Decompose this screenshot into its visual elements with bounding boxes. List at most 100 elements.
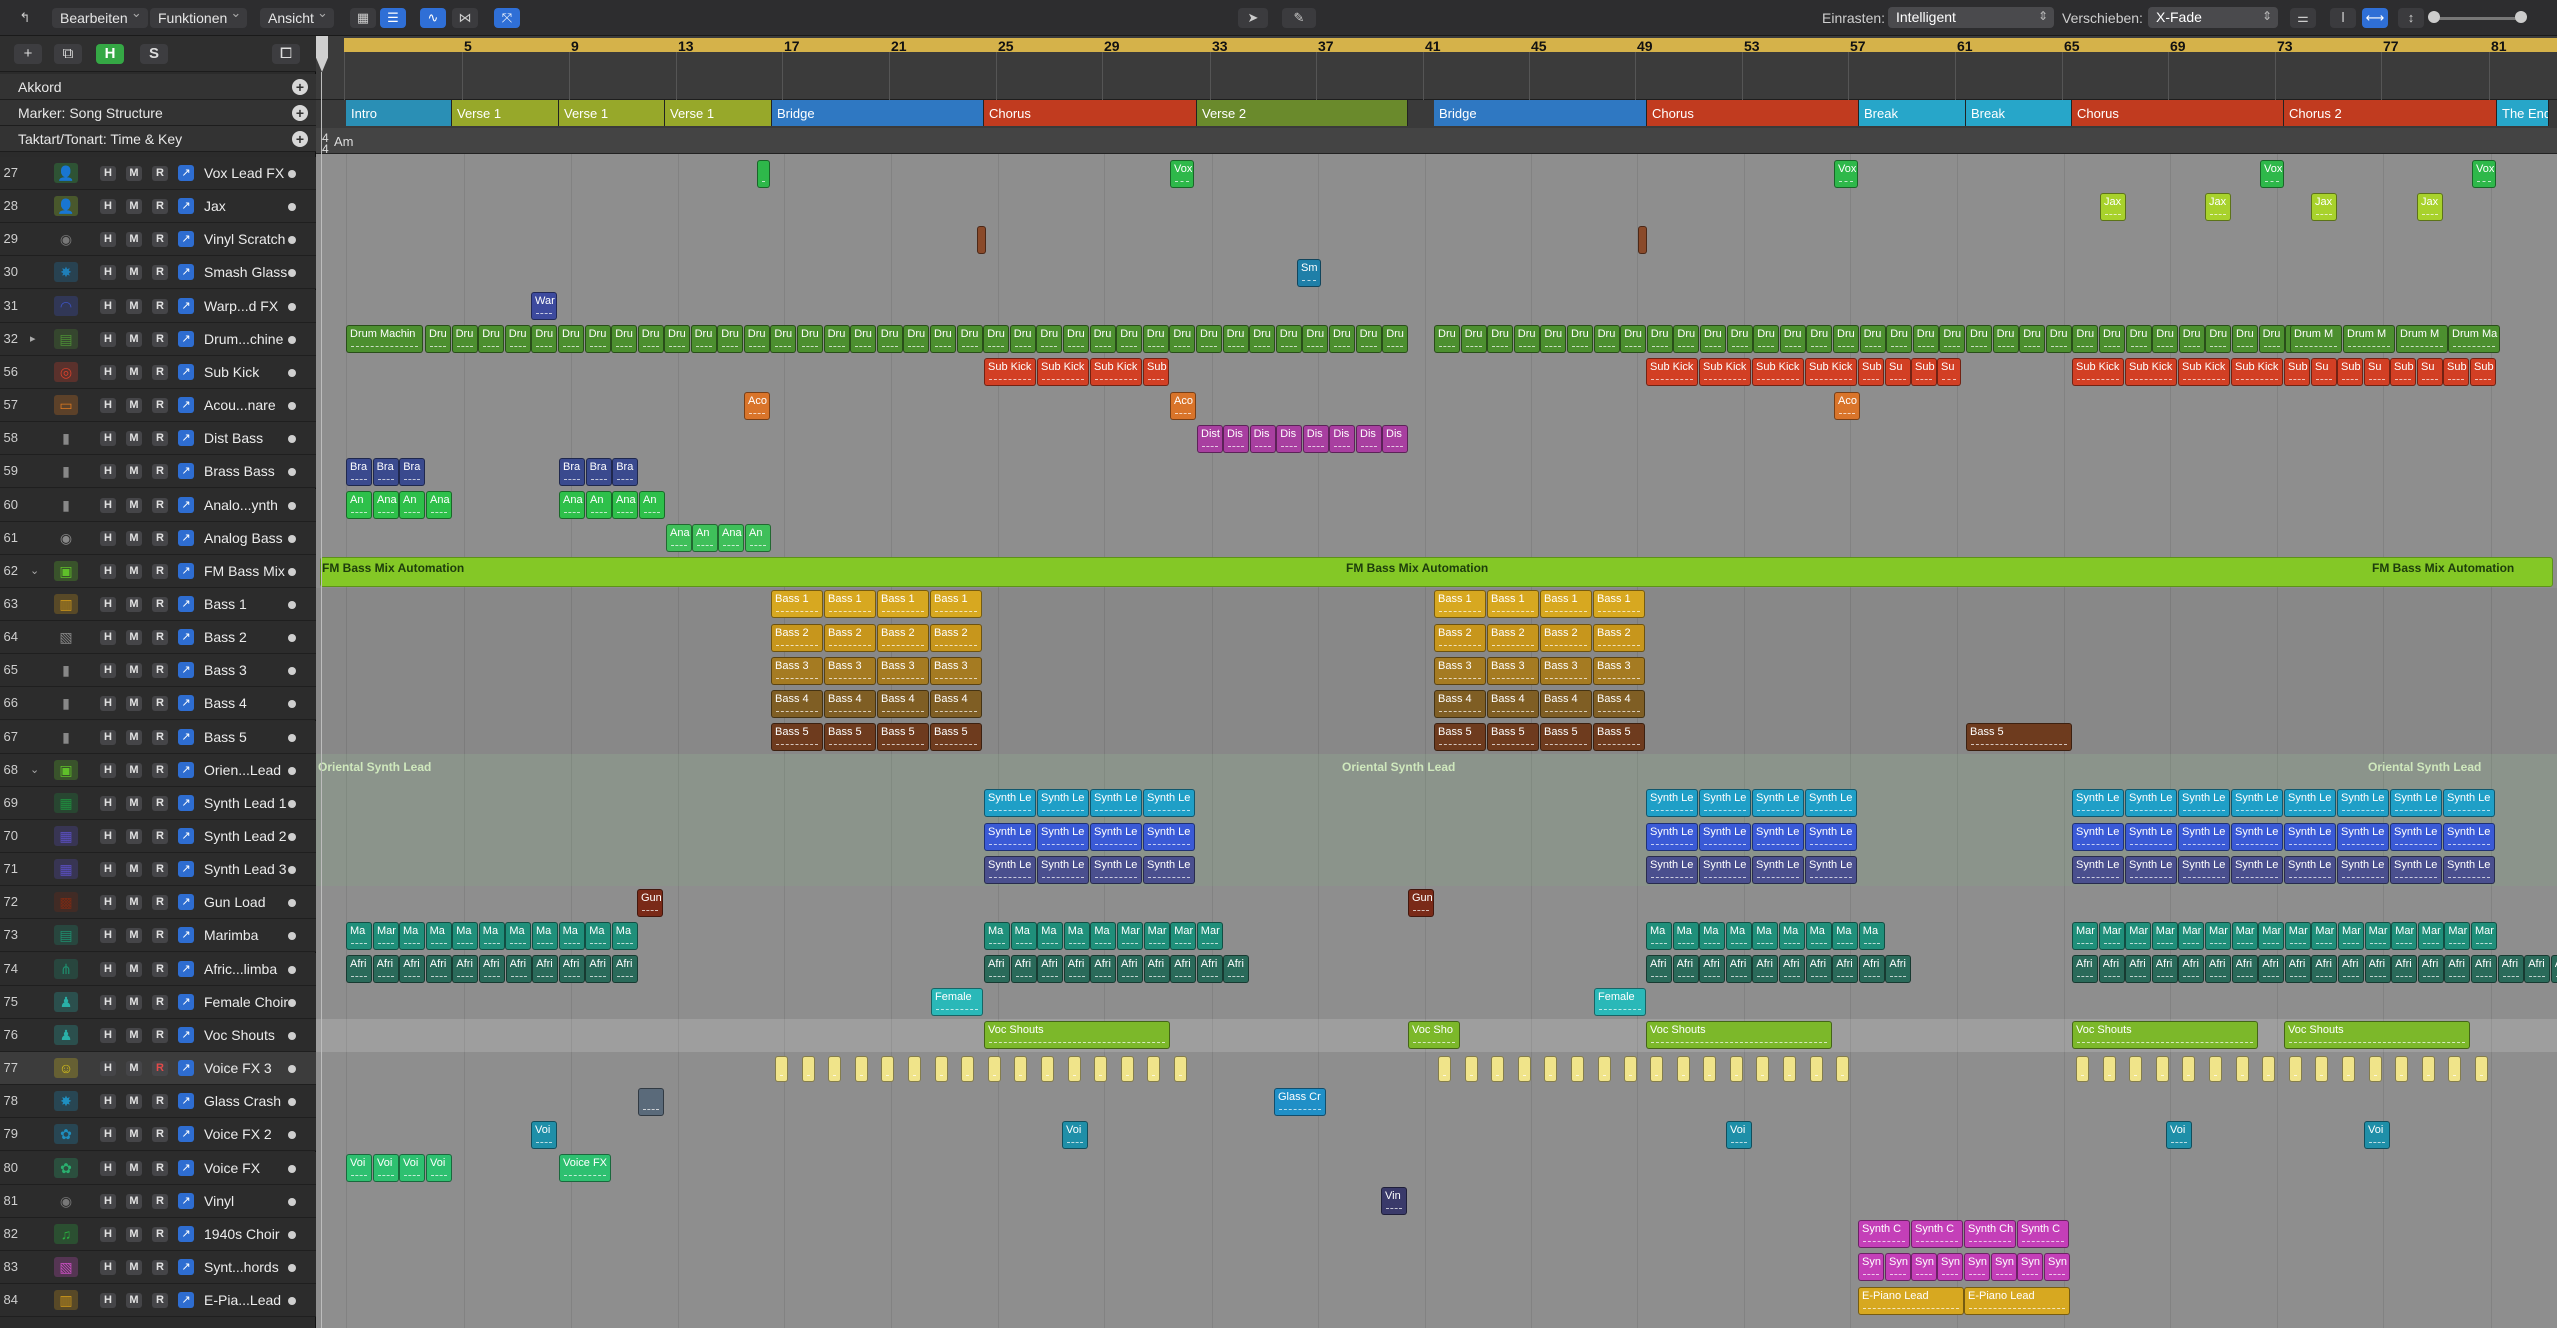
region[interactable]: Afri [2231, 955, 2258, 984]
region[interactable]: Dis [1276, 424, 1303, 453]
region[interactable]: Mar [2098, 921, 2125, 950]
automation-enable-icon[interactable]: ↗ [178, 463, 194, 480]
mute-button[interactable]: M [126, 829, 142, 844]
signature-track-lane[interactable]: 44 Am [316, 128, 2557, 155]
region[interactable] [1783, 1055, 1796, 1082]
automation-enable-icon[interactable]: ↗ [178, 264, 194, 281]
track-name[interactable]: Analog Bass [204, 530, 300, 546]
region[interactable]: Bass 4 [824, 689, 876, 718]
region[interactable]: Synth Le [1805, 789, 1857, 818]
vertical-fit-icon[interactable]: Ⅰ [2330, 8, 2356, 28]
automation-enable-icon[interactable]: ↗ [178, 330, 194, 347]
region[interactable]: Dru [2125, 325, 2152, 354]
region[interactable]: Sub [1143, 358, 1169, 387]
track-header-64[interactable]: 64 ▧ H M R ↗ Bass 2 [0, 621, 316, 655]
region[interactable]: Dru [1620, 325, 1647, 354]
region[interactable]: Synth Le [1805, 822, 1857, 851]
region[interactable]: Bra [399, 457, 426, 486]
region[interactable]: Synth Le [1752, 855, 1804, 884]
region[interactable] [1729, 1055, 1743, 1082]
hide-track-button[interactable]: H [100, 1094, 116, 1110]
region[interactable] [934, 1055, 948, 1082]
automation-enable-icon[interactable]: ↗ [178, 430, 194, 447]
track-name[interactable]: Dist Bass [204, 430, 300, 446]
region[interactable]: Afri [1752, 955, 1779, 984]
add-global-icon[interactable]: + [292, 105, 308, 121]
region[interactable]: Synth C [1911, 1220, 1963, 1249]
region[interactable]: Synth Le [1143, 822, 1195, 851]
mute-button[interactable]: M [126, 729, 142, 745]
region[interactable]: Bass 5 [1593, 723, 1645, 752]
region[interactable] [1067, 1055, 1081, 1082]
region[interactable]: Synth Le [1646, 822, 1698, 851]
region[interactable]: Voi [2166, 1120, 2192, 1149]
region[interactable] [2155, 1055, 2169, 1082]
region[interactable]: Jax [2205, 192, 2231, 221]
automation-enable-icon[interactable]: ↗ [178, 198, 194, 215]
region[interactable]: Synth Le [1037, 822, 1089, 851]
arrangement-marker-11[interactable]: Chorus [2072, 100, 2284, 126]
record-button[interactable]: R [152, 166, 168, 181]
hide-track-button[interactable]: H [100, 431, 116, 447]
drag-select[interactable]: X-Fade [2148, 7, 2278, 28]
track-header-83[interactable]: 83 ▧ H M R ↗ Synt...hords [0, 1250, 316, 1284]
region[interactable]: Dru [1487, 325, 1514, 354]
region[interactable]: Dru [1886, 325, 1913, 354]
hide-track-button[interactable]: H [100, 696, 116, 712]
region[interactable] [1638, 225, 1647, 254]
region[interactable] [1491, 1055, 1505, 1082]
record-button[interactable]: R [152, 928, 168, 944]
record-button[interactable]: R [152, 232, 168, 248]
region[interactable]: Jax [2417, 192, 2443, 221]
automation-enable-icon[interactable]: ↗ [178, 828, 194, 844]
region[interactable]: Voi [1062, 1120, 1088, 1149]
track-header-69[interactable]: 69 ▦ H M R ↗ Synth Lead 1 [0, 786, 316, 820]
hide-track-button[interactable]: H [100, 762, 116, 778]
region[interactable]: Bass 5 [1966, 723, 2072, 752]
region[interactable]: Bass 4 [1487, 689, 1539, 718]
region[interactable]: Voi [346, 1154, 372, 1182]
region[interactable]: Synth Le [2125, 855, 2177, 884]
region[interactable]: Synth Le [2390, 855, 2442, 884]
region[interactable]: Dis [1302, 424, 1329, 453]
region[interactable] [2129, 1055, 2143, 1082]
region[interactable]: Synth Le [1752, 789, 1804, 818]
region[interactable]: Dru [1753, 325, 1780, 354]
region[interactable]: Voice FX [559, 1154, 611, 1182]
hide-track-button[interactable]: H [100, 1259, 116, 1275]
region[interactable]: Vox [2472, 159, 2496, 188]
region[interactable]: Afri [2072, 955, 2098, 984]
back-icon[interactable]: ↰ [12, 8, 38, 28]
region[interactable]: Dru [1275, 325, 1302, 354]
automation-enable-icon[interactable]: ↗ [178, 1258, 194, 1275]
region[interactable]: Afri [2364, 955, 2391, 984]
region[interactable]: Dru [1169, 325, 1196, 354]
solo-button[interactable]: S [140, 44, 168, 64]
region[interactable]: Ma [532, 921, 558, 950]
region[interactable]: Dru [1806, 325, 1833, 354]
bar-ruler[interactable]: 159131721252933374145495357616569737781 [316, 36, 2557, 100]
region[interactable]: Ma [1090, 921, 1117, 950]
region[interactable]: Bass 4 [1593, 689, 1645, 718]
mute-button[interactable]: M [126, 1160, 142, 1176]
track-header-58[interactable]: 58 ▮ H M R ↗ Dist Bass [0, 422, 316, 456]
region[interactable]: Afri [1832, 955, 1859, 984]
arrangement-marker-2[interactable]: Verse 1 [559, 100, 665, 126]
track-name[interactable]: Marimba [204, 927, 300, 943]
record-button[interactable]: R [152, 464, 168, 480]
automation-enable-icon[interactable]: ↗ [178, 993, 194, 1010]
region[interactable]: Mar [2391, 921, 2418, 950]
vertical-zoom-icon[interactable]: ↕ [2398, 8, 2424, 28]
region[interactable]: Bass 2 [930, 623, 982, 652]
automation-enable-icon[interactable]: ↗ [178, 927, 194, 944]
region[interactable] [908, 1055, 921, 1082]
arrangement-marker-0[interactable]: Intro [346, 100, 452, 126]
region[interactable]: Synth Le [1752, 822, 1804, 851]
region[interactable]: Afri [2391, 955, 2418, 984]
snap-select[interactable]: Intelligent [1888, 7, 2054, 28]
region[interactable]: Ma [1779, 921, 1805, 950]
playhead-handle[interactable] [316, 36, 328, 72]
mute-button[interactable]: M [126, 1094, 142, 1110]
region[interactable]: Syn [1885, 1253, 1911, 1282]
region[interactable]: Dis [1356, 424, 1382, 453]
